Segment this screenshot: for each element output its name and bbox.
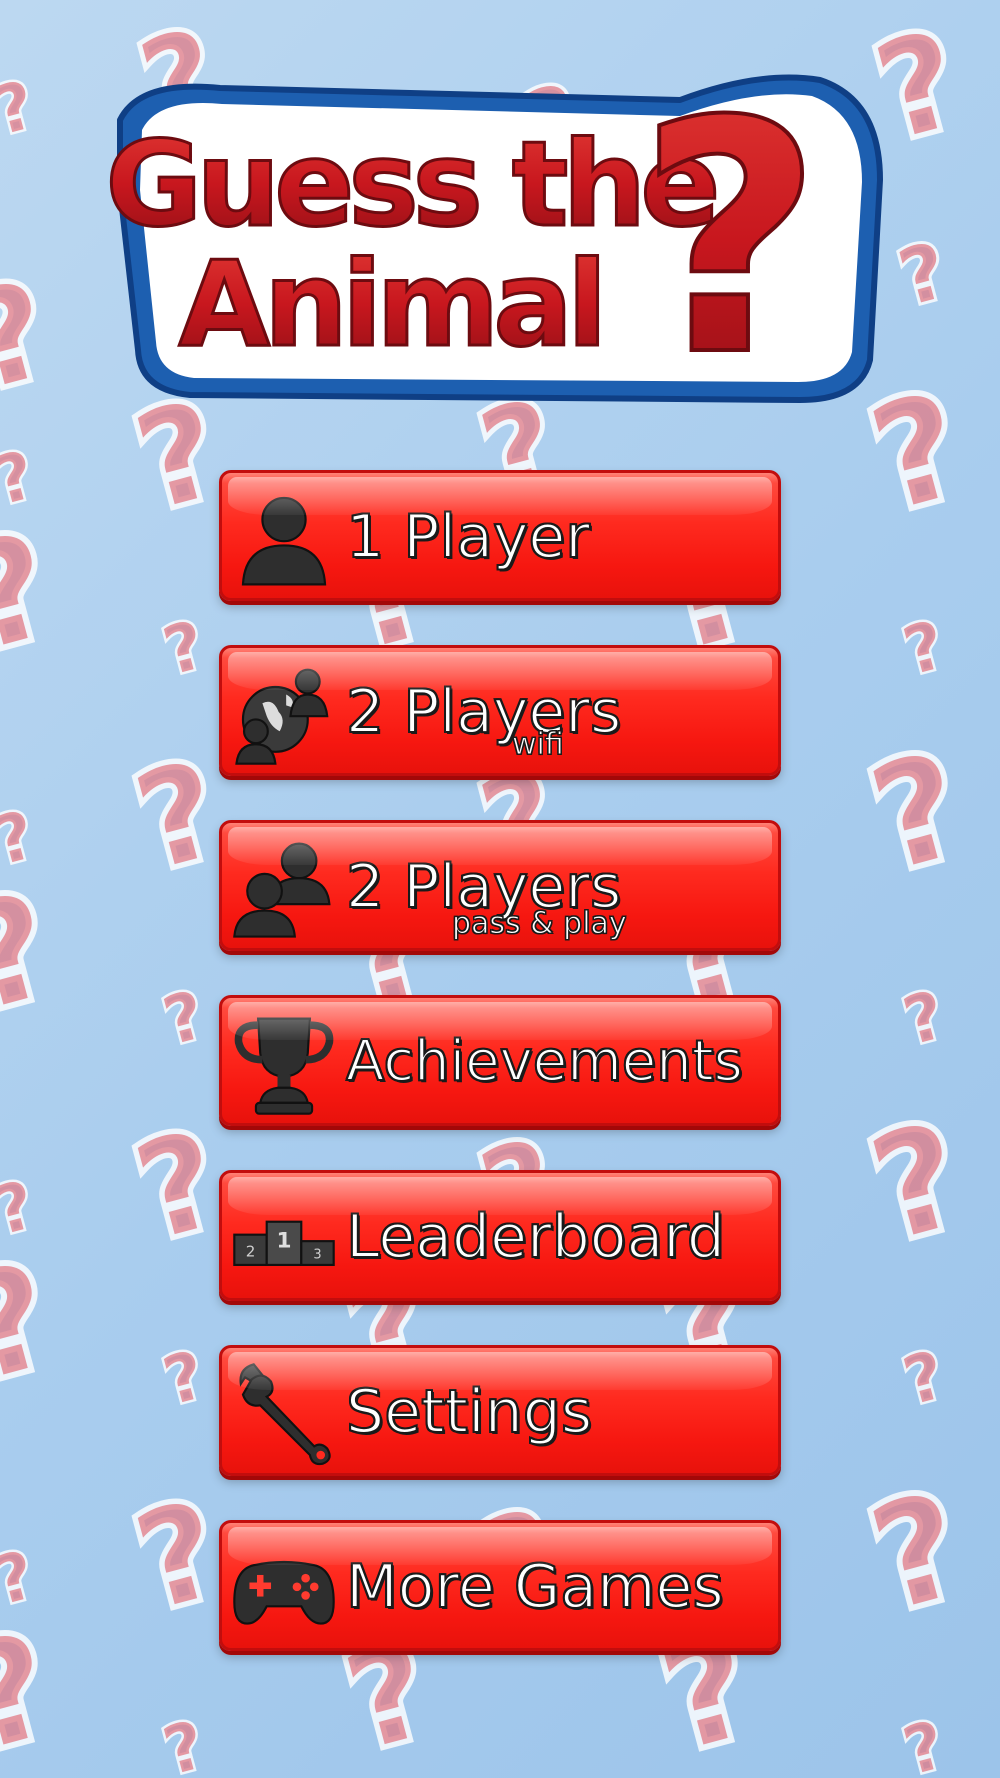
two-players-pass-play-sublabel: pass & play (452, 906, 628, 941)
two-players-wifi-sublabel: wifi (512, 727, 565, 762)
two-players-wifi-button[interactable]: 2 Players wifi (219, 645, 781, 776)
two-players-pass-play-button[interactable]: 2 Players pass & play (219, 820, 781, 951)
podium-second: 2 (246, 1242, 256, 1260)
wrench-icon (239, 1363, 331, 1466)
podium-icon: 2 1 3 (233, 1220, 335, 1266)
settings-button[interactable]: Settings (219, 1345, 781, 1476)
more-games-button[interactable]: More Games (219, 1520, 781, 1651)
one-player-label: 1 Player (345, 501, 591, 573)
podium-third: 3 (313, 1247, 321, 1262)
achievements-button[interactable]: Achievements (219, 995, 781, 1126)
settings-label: Settings (345, 1376, 593, 1448)
online-players-icon (235, 668, 329, 765)
leaderboard-label: Leaderboard (345, 1201, 726, 1273)
trophy-icon (234, 1017, 334, 1115)
leaderboard-button[interactable]: 2 1 3 Leaderboard (219, 1170, 781, 1301)
one-player-button[interactable]: 1 Player (219, 470, 781, 601)
two-players-icon (233, 842, 331, 938)
two-players-wifi-label: 2 Players (345, 676, 622, 748)
more-games-label: More Games (345, 1551, 725, 1623)
person-icon (241, 496, 327, 586)
podium-first: 1 (276, 1229, 291, 1254)
achievements-label: Achievements (345, 1028, 744, 1095)
gamepad-icon (233, 1560, 335, 1625)
main-menu: 1 Player 2 Players wifi 2 Players pass &… (0, 0, 1000, 1778)
